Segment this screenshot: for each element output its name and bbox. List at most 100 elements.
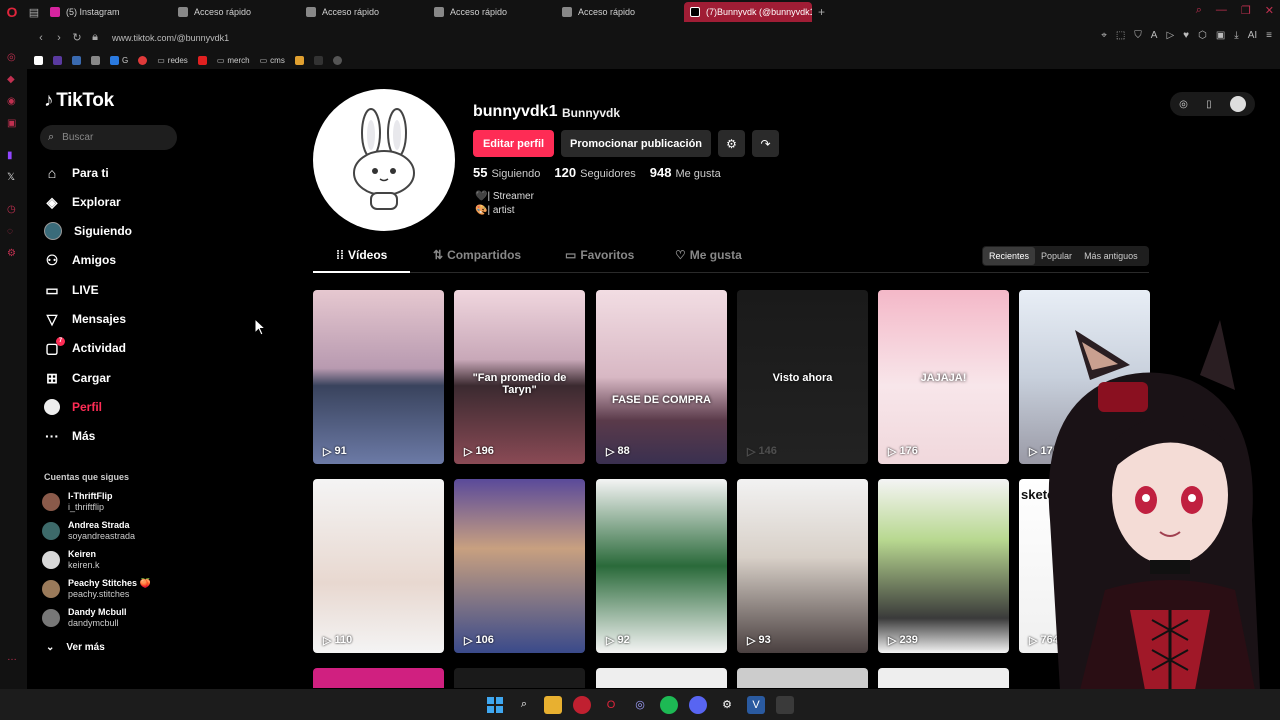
bookmark-g[interactable]: G bbox=[110, 55, 128, 65]
sidebar-app-icon[interactable]: ◉ bbox=[7, 96, 16, 107]
snapshot-icon[interactable]: ⬚ bbox=[1116, 30, 1125, 41]
browser-tab[interactable]: Acceso rápido bbox=[556, 2, 684, 22]
shield-icon[interactable]: ⛉ bbox=[1134, 30, 1142, 41]
following-account[interactable]: Peachy Stitches 🍑 peachy.stitches bbox=[42, 578, 151, 600]
profile-avatar[interactable] bbox=[313, 89, 455, 231]
taskbar-app-icon[interactable] bbox=[776, 695, 794, 714]
video-thumbnail[interactable]: FASE DE COMPRA ▷ 88 bbox=[596, 290, 727, 464]
following-account[interactable]: Keiren keiren.k bbox=[42, 549, 100, 571]
spotify-icon[interactable] bbox=[660, 695, 678, 714]
sidebar-app-icon[interactable]: ▣ bbox=[7, 118, 16, 129]
opera-logo-icon[interactable]: O bbox=[0, 0, 24, 24]
video-thumb-partial[interactable] bbox=[596, 668, 727, 688]
sidebar-twitch-icon[interactable]: ▮ bbox=[7, 150, 13, 161]
browser-tab[interactable]: (7)Bunnyvdk (@bunnyvdk1 bbox=[684, 2, 812, 22]
promote-post-button[interactable]: Promocionar publicación bbox=[561, 130, 711, 157]
browser-tab[interactable]: Acceso rápido bbox=[300, 2, 428, 22]
see-more-link[interactable]: ⌄ Ver más bbox=[46, 642, 105, 653]
nav-para-ti[interactable]: ⌂ Para ti bbox=[44, 163, 109, 183]
browser-tab[interactable]: Acceso rápido bbox=[172, 2, 300, 22]
edit-profile-button[interactable]: Editar perfil bbox=[473, 130, 554, 157]
nav-explorar[interactable]: ◈ Explorar bbox=[44, 192, 121, 212]
video-thumbnail[interactable]: Visto ahora ▷ 146 bbox=[737, 290, 868, 464]
close-icon[interactable]: ✕ bbox=[1265, 4, 1274, 17]
video-thumb-partial[interactable] bbox=[454, 668, 585, 688]
tab-videos[interactable]: ⁞⁞ Vídeos bbox=[336, 248, 387, 262]
opera-icon[interactable]: O bbox=[602, 696, 620, 714]
taskbar-app-icon[interactable] bbox=[573, 695, 591, 714]
sort-popular[interactable]: Popular bbox=[1035, 247, 1078, 265]
tiktok-logo[interactable]: ♪ TikTok bbox=[44, 90, 114, 112]
translate-icon[interactable]: A bbox=[1151, 30, 1158, 41]
video-thumb-partial[interactable] bbox=[878, 668, 1009, 688]
browser-tab[interactable]: Acceso rápido bbox=[428, 2, 556, 22]
play-icon[interactable]: ▷ bbox=[1166, 30, 1174, 41]
vtube-studio-icon[interactable]: V bbox=[747, 695, 765, 714]
new-tab-icon[interactable]: + bbox=[818, 5, 825, 19]
video-thumbnail[interactable]: ▷ 93 bbox=[737, 479, 868, 653]
device-icon[interactable]: ▯ bbox=[1206, 99, 1212, 110]
bookmark-icon[interactable] bbox=[91, 55, 100, 65]
sort-mas-antiguos[interactable]: Más antiguos bbox=[1078, 247, 1144, 265]
menu-icon[interactable]: ≡ bbox=[1266, 30, 1272, 41]
bookmark-icon[interactable] bbox=[313, 55, 323, 65]
wallet-icon[interactable]: ▣ bbox=[1216, 30, 1225, 41]
search-box[interactable]: ⌕ bbox=[40, 125, 177, 150]
stat-following[interactable]: 55 Siguiendo bbox=[473, 165, 540, 180]
video-thumbnail[interactable]: ▷ 106 bbox=[454, 479, 585, 653]
sidebar-more-icon[interactable]: … bbox=[7, 652, 17, 663]
ai-icon[interactable]: AI bbox=[1248, 30, 1257, 41]
sidebar-history-icon[interactable]: ◷ bbox=[7, 204, 16, 215]
browser-tab[interactable]: (5) Instagram bbox=[44, 2, 172, 22]
bookmark-folder-redes[interactable]: ▭ redes bbox=[157, 56, 188, 65]
nav-siguiendo[interactable]: Siguiendo bbox=[44, 221, 132, 241]
tab-me-gusta[interactable]: ♡ Me gusta bbox=[675, 248, 742, 262]
pin-icon[interactable]: ⌖ bbox=[1101, 30, 1107, 41]
workspaces-icon[interactable]: ▤ bbox=[24, 6, 44, 19]
back-icon[interactable]: ‹ bbox=[32, 32, 50, 44]
nav-mas[interactable]: ··· Más bbox=[44, 426, 95, 446]
video-thumbnail[interactable]: JAJAJA! ▷ 176 bbox=[878, 290, 1009, 464]
bookmark-icon[interactable] bbox=[53, 55, 62, 65]
extensions-icon[interactable]: ⬡ bbox=[1198, 30, 1207, 41]
stat-followers[interactable]: 120 Seguidores bbox=[554, 165, 635, 180]
bookmark-youtube[interactable] bbox=[197, 55, 207, 65]
bookmark-icon[interactable] bbox=[332, 55, 342, 65]
forward-icon[interactable]: › bbox=[50, 32, 68, 44]
following-account[interactable]: Andrea Strada soyandreastrada bbox=[42, 520, 135, 542]
sidebar-aria-icon[interactable]: ◎ bbox=[7, 52, 16, 63]
search-input[interactable] bbox=[62, 132, 163, 143]
video-thumbnail[interactable]: ▷ 92 bbox=[596, 479, 727, 653]
video-thumb-partial[interactable] bbox=[313, 668, 444, 688]
video-thumbnail[interactable]: ▷ 91 bbox=[313, 290, 444, 464]
nav-cargar[interactable]: ⊞ Cargar bbox=[44, 368, 111, 388]
search-icon[interactable]: ⌕ bbox=[515, 696, 533, 714]
bookmark-icon[interactable] bbox=[138, 55, 148, 65]
minimize-icon[interactable]: — bbox=[1216, 4, 1227, 17]
tab-favoritos[interactable]: ▭ Favoritos bbox=[565, 248, 634, 262]
user-avatar[interactable] bbox=[1229, 96, 1246, 112]
windows-start-icon[interactable] bbox=[486, 696, 504, 714]
nav-mensajes[interactable]: ▽ Mensajes bbox=[44, 309, 126, 329]
gear-icon[interactable]: ⚙ bbox=[718, 696, 736, 714]
sidebar-app-icon[interactable]: ◌ bbox=[7, 226, 13, 237]
nav-live[interactable]: ▭ LIVE bbox=[44, 280, 98, 300]
video-thumb-partial[interactable] bbox=[737, 668, 868, 688]
bookmark-folder-cms[interactable]: ▭ cms bbox=[260, 56, 285, 65]
sidebar-app-icon[interactable]: ◆ bbox=[7, 74, 15, 85]
url-field[interactable]: www.tiktok.com/@bunnyvdk1 bbox=[112, 33, 229, 43]
bookmark-icon[interactable] bbox=[294, 55, 304, 65]
video-thumbnail[interactable]: ▷ 239 bbox=[878, 479, 1009, 653]
nav-actividad[interactable]: ▢ 7 Actividad bbox=[44, 336, 126, 358]
search-tabs-icon[interactable]: ⌕ bbox=[1196, 4, 1202, 17]
nav-amigos[interactable]: ⚇ Amigos bbox=[44, 250, 116, 270]
bookmark-tiktok[interactable] bbox=[34, 55, 43, 65]
share-button[interactable]: ↷ bbox=[752, 130, 779, 157]
sidebar-x-icon[interactable]: 𝕏 bbox=[7, 172, 15, 183]
following-account[interactable]: I-ThriftFlip i_thriftflip bbox=[42, 491, 113, 513]
sort-recientes[interactable]: Recientes bbox=[983, 247, 1036, 265]
discord-icon[interactable] bbox=[689, 695, 707, 714]
following-account[interactable]: Dandy Mcbull dandymcbull bbox=[42, 607, 127, 629]
nav-perfil[interactable]: Perfil bbox=[44, 397, 102, 417]
reload-icon[interactable]: ↻ bbox=[68, 31, 86, 44]
